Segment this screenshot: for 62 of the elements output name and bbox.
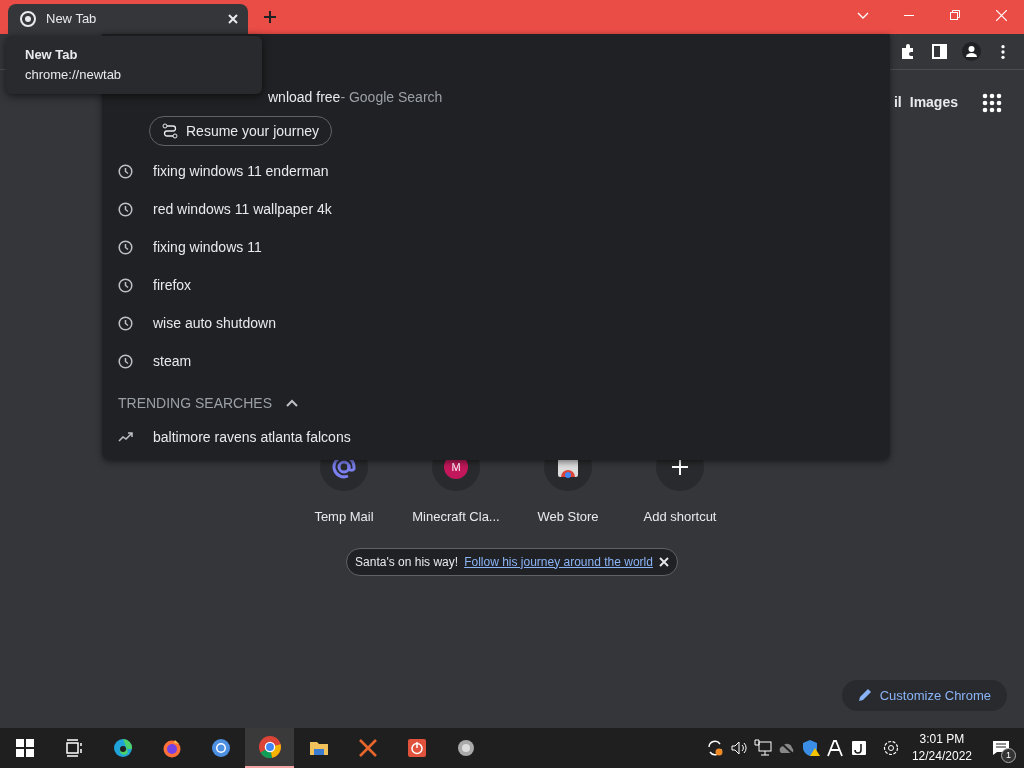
tooltip-title: New Tab	[25, 46, 79, 64]
chrome-icon	[20, 11, 36, 27]
customize-chrome-button[interactable]: Customize Chrome	[841, 679, 1007, 711]
apps-icon[interactable]	[982, 92, 1002, 113]
journey-icon	[162, 123, 178, 139]
chevron-down-icon	[857, 11, 869, 19]
promo-text: Santa's on his way!	[355, 553, 459, 571]
network-icon[interactable]	[753, 739, 772, 757]
volume-icon[interactable]	[729, 739, 748, 757]
history-icon	[118, 277, 133, 293]
shortcut-label: Temp Mail	[314, 508, 374, 526]
top-link[interactable]: il	[893, 92, 902, 113]
notification-count: 1	[1001, 748, 1016, 763]
firefox-icon	[161, 738, 182, 758]
history-suggestion[interactable]: fixing windows 11 enderman	[102, 152, 890, 190]
person-icon	[961, 42, 981, 61]
task-view-icon	[63, 738, 84, 758]
app-tray-icon[interactable]	[849, 739, 868, 757]
font-icon[interactable]	[825, 739, 844, 757]
history-icon	[118, 201, 133, 217]
history-suggestion[interactable]: fixing windows 11	[102, 228, 890, 266]
top-link[interactable]: Images	[909, 92, 958, 113]
history-suggestion[interactable]: steam	[102, 342, 890, 380]
plus-icon	[672, 459, 688, 475]
taskbar-app[interactable]	[245, 728, 294, 768]
shortcut-label: Add shortcut	[643, 508, 717, 526]
close-icon[interactable]	[658, 556, 669, 567]
shield-warning-icon[interactable]	[801, 739, 820, 757]
history-icon	[118, 353, 133, 369]
restore-icon	[950, 10, 960, 20]
promo-link[interactable]: Follow his journey around the world	[464, 552, 653, 571]
history-suggestion[interactable]: red windows 11 wallpaper 4k	[102, 190, 890, 228]
shortcut-label: Web Store	[537, 508, 599, 526]
browser-tab[interactable]: New Tab	[8, 4, 248, 34]
x-icon	[357, 738, 378, 758]
close-icon[interactable]	[228, 14, 238, 24]
settings-icon[interactable]	[881, 739, 900, 757]
menu-icon	[1001, 44, 1005, 59]
clock[interactable]: 3:01 PM 12/24/2022	[905, 731, 978, 765]
plus-icon	[263, 10, 277, 24]
minimize-icon	[904, 14, 914, 16]
power-icon	[406, 738, 427, 758]
trending-icon	[118, 432, 133, 442]
profile-button[interactable]	[960, 40, 982, 63]
close-icon	[995, 9, 1007, 21]
section-heading: TRENDING SEARCHES	[118, 393, 273, 413]
history-icon	[118, 239, 133, 255]
history-suggestion[interactable]: firefox	[102, 266, 890, 304]
speaker-icon	[455, 738, 476, 758]
sync-icon[interactable]	[705, 739, 724, 757]
notification-button[interactable]: 1	[984, 731, 1018, 765]
shortcut-label: Minecraft Cla...	[412, 508, 500, 526]
start-icon	[14, 738, 35, 758]
chrome-icon	[258, 736, 281, 758]
chromium-icon	[210, 738, 231, 758]
side-panel-icon	[929, 42, 949, 61]
history-suggestion[interactable]: wise auto shutdown	[102, 304, 890, 342]
pencil-icon	[857, 688, 872, 703]
chevron-up-icon[interactable]	[286, 399, 299, 407]
history-icon	[118, 163, 133, 179]
history-icon	[118, 315, 133, 331]
edge-icon	[112, 738, 133, 758]
